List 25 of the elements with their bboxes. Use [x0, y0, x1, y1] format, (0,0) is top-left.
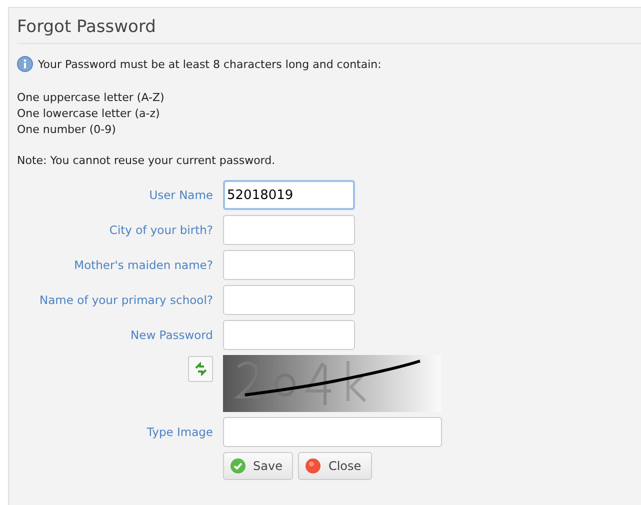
field-label: New Password	[130, 328, 213, 342]
requirement-text: One number (0-9)	[17, 122, 117, 138]
field-label: User Name	[149, 188, 213, 202]
text-input[interactable]	[223, 285, 355, 315]
field-label: Mother's maiden name?	[74, 258, 213, 272]
text-input[interactable]	[223, 320, 355, 350]
field-label: Type Image	[146, 425, 213, 439]
panel-title: Forgot Password	[17, 16, 157, 39]
info-text: Your Password must be at least 8 characters long and contain:	[38, 58, 382, 70]
text-input[interactable]	[223, 215, 355, 245]
info-icon	[17, 56, 33, 72]
requirement-text: One lowercase letter (a-z)	[17, 106, 161, 122]
stop-icon	[305, 458, 322, 474]
field-label: Name of your primary school?	[40, 293, 213, 307]
refresh-button[interactable]	[188, 356, 213, 382]
check-icon	[230, 458, 246, 474]
text-input[interactable]	[223, 417, 442, 447]
requirement-text: One uppercase letter (A-Z)	[17, 90, 166, 106]
close-button[interactable]: Close	[298, 452, 372, 480]
note-text: Note: You cannot reuse your current password.	[17, 154, 276, 167]
text-input[interactable]: 52018019	[223, 180, 355, 210]
field-label: City of your birth?	[109, 223, 213, 237]
refresh-icon	[194, 362, 208, 376]
text-input[interactable]	[223, 250, 355, 280]
save-button[interactable]: Save	[223, 452, 294, 480]
